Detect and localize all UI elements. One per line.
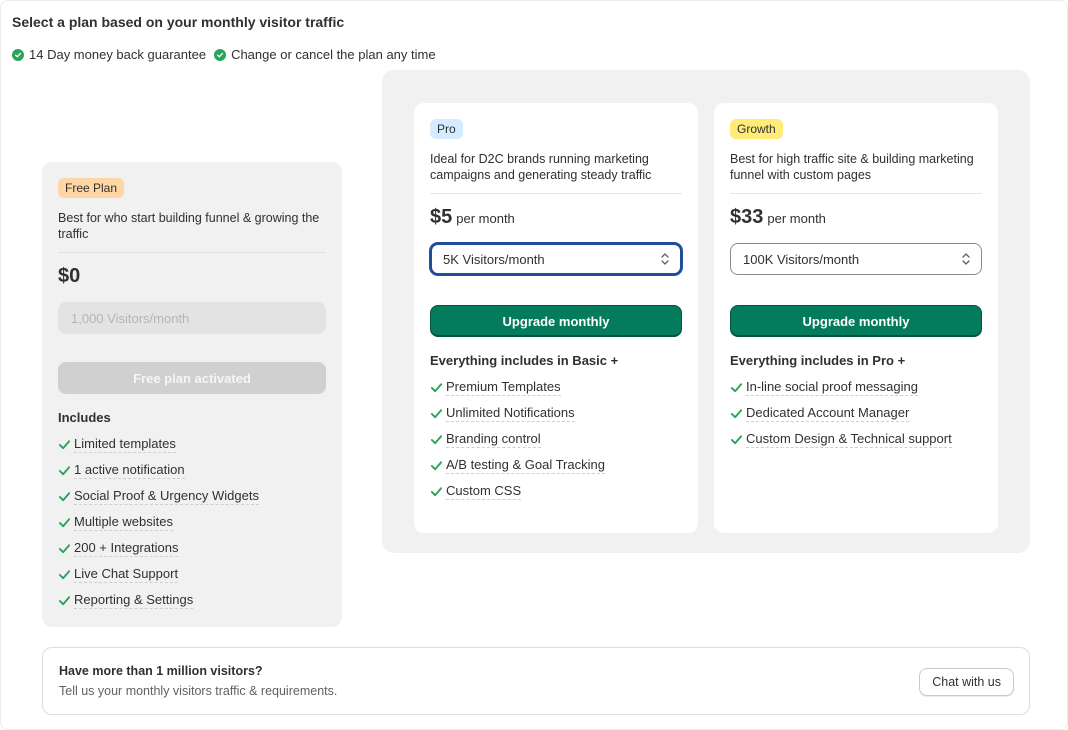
feature-item: A/B testing & Goal Tracking — [430, 452, 682, 478]
chat-with-us-button[interactable]: Chat with us — [919, 668, 1014, 696]
feature-item: Premium Templates — [430, 374, 682, 400]
enterprise-title: Have more than 1 million visitors? — [59, 664, 263, 678]
feature-label: In-line social proof messaging — [746, 378, 918, 396]
visitors-select-value: 100K Visitors/month — [743, 251, 860, 267]
checkmark-icon — [58, 491, 71, 501]
guarantee-item: Change or cancel the plan any time — [214, 47, 436, 62]
growth-plan-card: Growth Best for high traffic site & buil… — [714, 103, 998, 533]
feature-item: Multiple websites — [58, 509, 326, 535]
feature-label: Premium Templates — [446, 378, 561, 396]
plan-description: Best for who start building funnel & gro… — [58, 211, 320, 241]
includes-title: Everything includes in Pro + — [730, 353, 906, 368]
feature-item: Branding control — [430, 426, 682, 452]
visitors-select-value: 5K Visitors/month — [443, 251, 545, 267]
divider — [730, 193, 982, 194]
checkmark-icon — [430, 460, 443, 470]
guarantee-label: 14 Day money back guarantee — [29, 47, 207, 62]
pro-plan-card: Pro Ideal for D2C brands running marketi… — [414, 103, 698, 533]
price-period: per month — [456, 211, 515, 226]
check-circle-icon — [214, 48, 227, 61]
enterprise-banner: Have more than 1 million visitors? Tell … — [42, 647, 1030, 715]
plan-badge: Growth — [730, 119, 783, 139]
plan-badge: Free Plan — [58, 178, 125, 198]
visitors-select-disabled: 1,000 Visitors/month — [58, 302, 326, 334]
feature-item: 1 active notification — [58, 457, 326, 483]
guarantee-label: Change or cancel the plan any time — [231, 47, 436, 62]
feature-item: Dedicated Account Manager — [730, 400, 982, 426]
price-row: $0 — [58, 265, 326, 288]
feature-label: 200 + Integrations — [74, 539, 179, 557]
checkmark-icon — [430, 486, 443, 496]
feature-label: Reporting & Settings — [74, 591, 194, 609]
checkmark-icon — [730, 382, 743, 392]
feature-item: Limited templates — [58, 431, 326, 457]
feature-label: Limited templates — [74, 435, 176, 453]
checkmark-icon — [58, 465, 71, 475]
price-period: per month — [767, 211, 826, 226]
guarantee-list: 14 Day money back guarantee Change or ca… — [12, 47, 444, 62]
visitors-select-value: 1,000 Visitors/month — [71, 310, 190, 326]
price-row: $33 per month — [730, 206, 982, 229]
checkmark-icon — [58, 543, 71, 553]
guarantee-item: 14 Day money back guarantee — [12, 47, 206, 62]
feature-item: 200 + Integrations — [58, 535, 326, 561]
upgrade-monthly-button[interactable]: Upgrade monthly — [430, 305, 682, 337]
feature-label: 1 active notification — [74, 461, 185, 479]
feature-item: Social Proof & Urgency Widgets — [58, 483, 326, 509]
page-title: Select a plan based on your monthly visi… — [12, 14, 345, 30]
enterprise-subtitle: Tell us your monthly visitors traffic & … — [59, 684, 338, 698]
free-plan-activated-button: Free plan activated — [58, 362, 326, 394]
paid-plans-container: Pro Ideal for D2C brands running marketi… — [382, 70, 1030, 553]
feature-item: Custom CSS — [430, 478, 682, 504]
feature-label: Unlimited Notifications — [446, 404, 575, 422]
includes-title: Includes — [58, 410, 111, 425]
visitors-select[interactable]: 100K Visitors/month — [730, 243, 982, 275]
checkmark-icon — [58, 517, 71, 527]
feature-label: Social Proof & Urgency Widgets — [74, 487, 259, 505]
plan-price: $33 — [730, 206, 764, 228]
checkmark-icon — [430, 382, 443, 392]
plan-price: $0 — [58, 265, 81, 287]
divider — [58, 252, 326, 253]
price-row: $5 per month — [430, 206, 682, 229]
checkmark-icon — [430, 434, 443, 444]
checkmark-icon — [58, 439, 71, 449]
checkmark-icon — [58, 595, 71, 605]
checkmark-icon — [730, 408, 743, 418]
includes-title: Everything includes in Basic + — [430, 353, 619, 368]
feature-list: In-line social proof messaging Dedicated … — [730, 374, 982, 452]
plan-price: $5 — [430, 206, 453, 228]
feature-item: Custom Design & Technical support — [730, 426, 982, 452]
feature-list: Limited templates 1 active notification So… — [58, 431, 326, 613]
feature-label: Dedicated Account Manager — [746, 404, 910, 422]
free-plan-card: Free Plan Best for who start building fu… — [42, 162, 342, 627]
feature-list: Premium Templates Unlimited Notifications… — [430, 374, 682, 504]
checkmark-icon — [58, 569, 71, 579]
feature-item: Reporting & Settings — [58, 587, 326, 613]
visitors-select[interactable]: 5K Visitors/month — [430, 243, 682, 275]
checkmark-icon — [730, 434, 743, 444]
plan-badge: Pro — [430, 119, 463, 139]
feature-label: Live Chat Support — [74, 565, 179, 583]
divider — [430, 193, 682, 194]
feature-item: In-line social proof messaging — [730, 374, 982, 400]
feature-item: Unlimited Notifications — [430, 400, 682, 426]
check-circle-icon — [12, 48, 24, 61]
feature-label: Custom Design & Technical support — [746, 430, 952, 448]
plan-description: Best for high traffic site & building ma… — [730, 152, 974, 182]
feature-item: Live Chat Support — [58, 561, 326, 587]
select-chevron-icon — [962, 253, 970, 265]
plan-description: Ideal for D2C brands running marketing c… — [430, 152, 652, 182]
feature-label: Multiple websites — [74, 513, 173, 531]
feature-label: Branding control — [446, 430, 541, 448]
feature-label: A/B testing & Goal Tracking — [446, 456, 605, 474]
feature-label: Custom CSS — [446, 482, 522, 500]
checkmark-icon — [430, 408, 443, 418]
select-chevron-icon — [661, 253, 669, 265]
upgrade-monthly-button[interactable]: Upgrade monthly — [730, 305, 982, 337]
